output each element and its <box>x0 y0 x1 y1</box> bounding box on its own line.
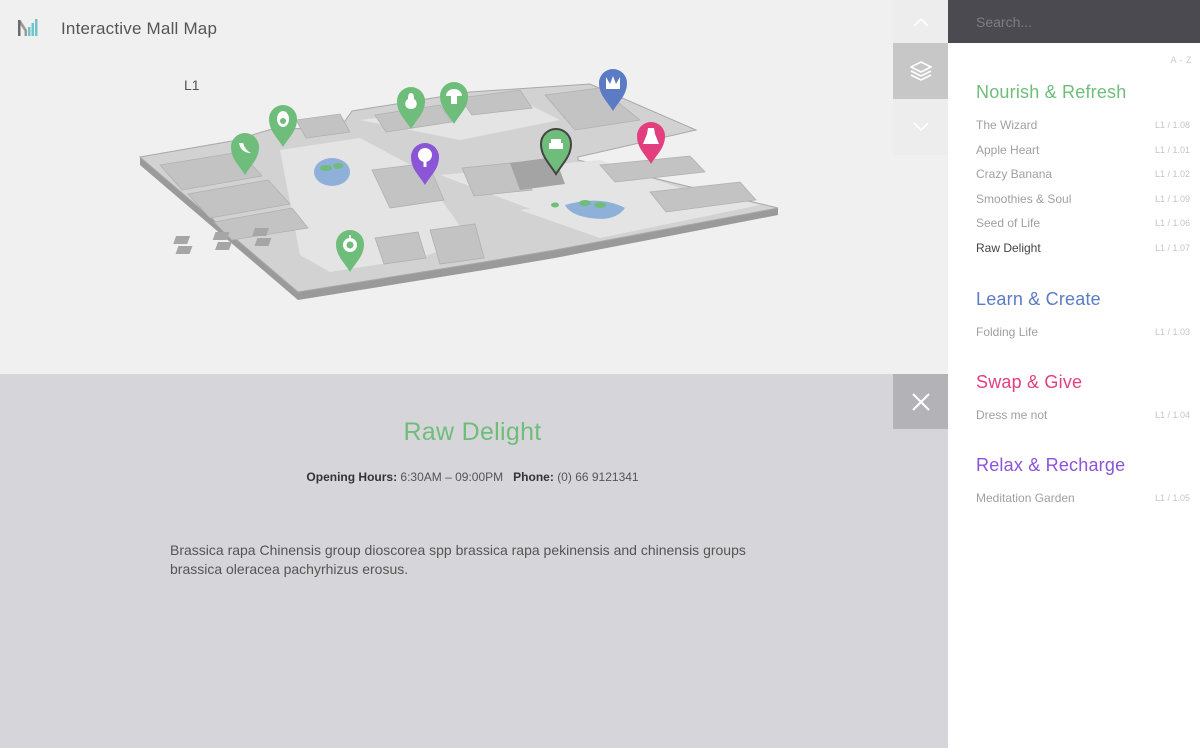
store-description: Brassica rapa Chinensis group dioscorea … <box>170 542 746 577</box>
directory-sidebar: A - Z Nourish & Refresh The Wizard L1 / … <box>948 0 1200 748</box>
category-title[interactable]: Swap & Give <box>976 372 1192 393</box>
store-name: Crazy Banana <box>976 167 1053 182</box>
list-item[interactable]: Folding Life L1 / 1.03 <box>976 325 1192 350</box>
store-name: Dress me not <box>976 408 1048 422</box>
list-item-selected[interactable]: Raw Delight L1 / 1.07 <box>976 241 1192 266</box>
search-input[interactable] <box>948 0 1200 43</box>
store-name: Apple Heart <box>976 142 1040 157</box>
store-name: Folding Life <box>976 325 1039 339</box>
category-title[interactable]: Learn & Create <box>976 289 1192 310</box>
store-name: Meditation Garden <box>976 491 1075 505</box>
store-title: Raw Delight <box>403 418 542 446</box>
phone-value: (0) 66 9121341 <box>557 470 639 484</box>
category-title[interactable]: Relax & Recharge <box>976 455 1192 476</box>
tree-icon <box>418 148 432 162</box>
store-location: L1 / 1.05 <box>1154 493 1190 503</box>
store-location: L1 / 1.07 <box>1154 242 1190 253</box>
level-down-button[interactable] <box>893 99 948 155</box>
category-learn-create: Learn & Create Folding Life L1 / 1.03 <box>976 289 1192 350</box>
store-location: L1 / 1.02 <box>1154 169 1190 180</box>
map-area[interactable]: Interactive Mall Map L1 <box>0 0 893 374</box>
cake-icon <box>549 139 563 149</box>
list-item[interactable]: Meditation Garden L1 / 1.05 <box>976 491 1192 516</box>
layers-button[interactable] <box>893 43 948 99</box>
close-icon <box>911 392 930 411</box>
store-location: L1 / 1.04 <box>1154 410 1190 420</box>
chevron-down-icon <box>912 122 929 132</box>
hours-value: 6:30AM – 09:00PM <box>400 470 504 484</box>
category-swap-give: Swap & Give Dress me not L1 / 1.04 <box>976 372 1192 433</box>
store-location: L1 / 1.06 <box>1154 218 1190 229</box>
store-name: Seed of Life <box>976 216 1041 231</box>
store-location: L1 / 1.01 <box>1154 144 1190 155</box>
category-title[interactable]: Nourish & Refresh <box>976 82 1192 103</box>
list-item[interactable]: Crazy Banana L1 / 1.02 <box>976 167 1192 192</box>
hours-label: Opening Hours: <box>306 470 398 484</box>
store-detail-panel: Raw Delight Opening Hours: 6:30AM – 09:0… <box>0 374 948 748</box>
store-name: The Wizard <box>976 118 1038 132</box>
level-up-button[interactable] <box>893 0 948 43</box>
store-name: Smoothies & Soul <box>976 191 1072 206</box>
list-item[interactable]: Seed of Life L1 / 1.06 <box>976 216 1192 241</box>
layers-icon <box>909 61 932 81</box>
map-controls <box>893 0 948 155</box>
store-location: L1 / 1.09 <box>1154 193 1190 204</box>
store-name: Raw Delight <box>976 240 1041 255</box>
list-item[interactable]: Apple Heart L1 / 1.01 <box>976 143 1192 168</box>
list-item[interactable]: Dress me not L1 / 1.04 <box>976 408 1192 433</box>
store-location: L1 / 1.08 <box>1154 120 1190 130</box>
category-nourish-refresh: Nourish & Refresh The Wizard L1 / 1.08 A… <box>976 82 1192 266</box>
category-relax-recharge: Relax & Recharge Meditation Garden L1 / … <box>976 455 1192 516</box>
chevron-up-icon <box>912 17 929 27</box>
floor-plan[interactable] <box>0 0 893 374</box>
dress-pin[interactable] <box>637 122 665 164</box>
store-meta: Opening Hours: 6:30AM – 09:00PM Phone: (… <box>0 470 945 484</box>
sort-toggle[interactable]: A - Z <box>1170 55 1192 65</box>
list-item[interactable]: Smoothies & Soul L1 / 1.09 <box>976 192 1192 217</box>
phone-label: Phone: <box>513 470 554 484</box>
list-item[interactable]: The Wizard L1 / 1.08 <box>976 118 1192 143</box>
search-bar <box>948 0 1200 43</box>
store-location: L1 / 1.03 <box>1154 327 1190 337</box>
